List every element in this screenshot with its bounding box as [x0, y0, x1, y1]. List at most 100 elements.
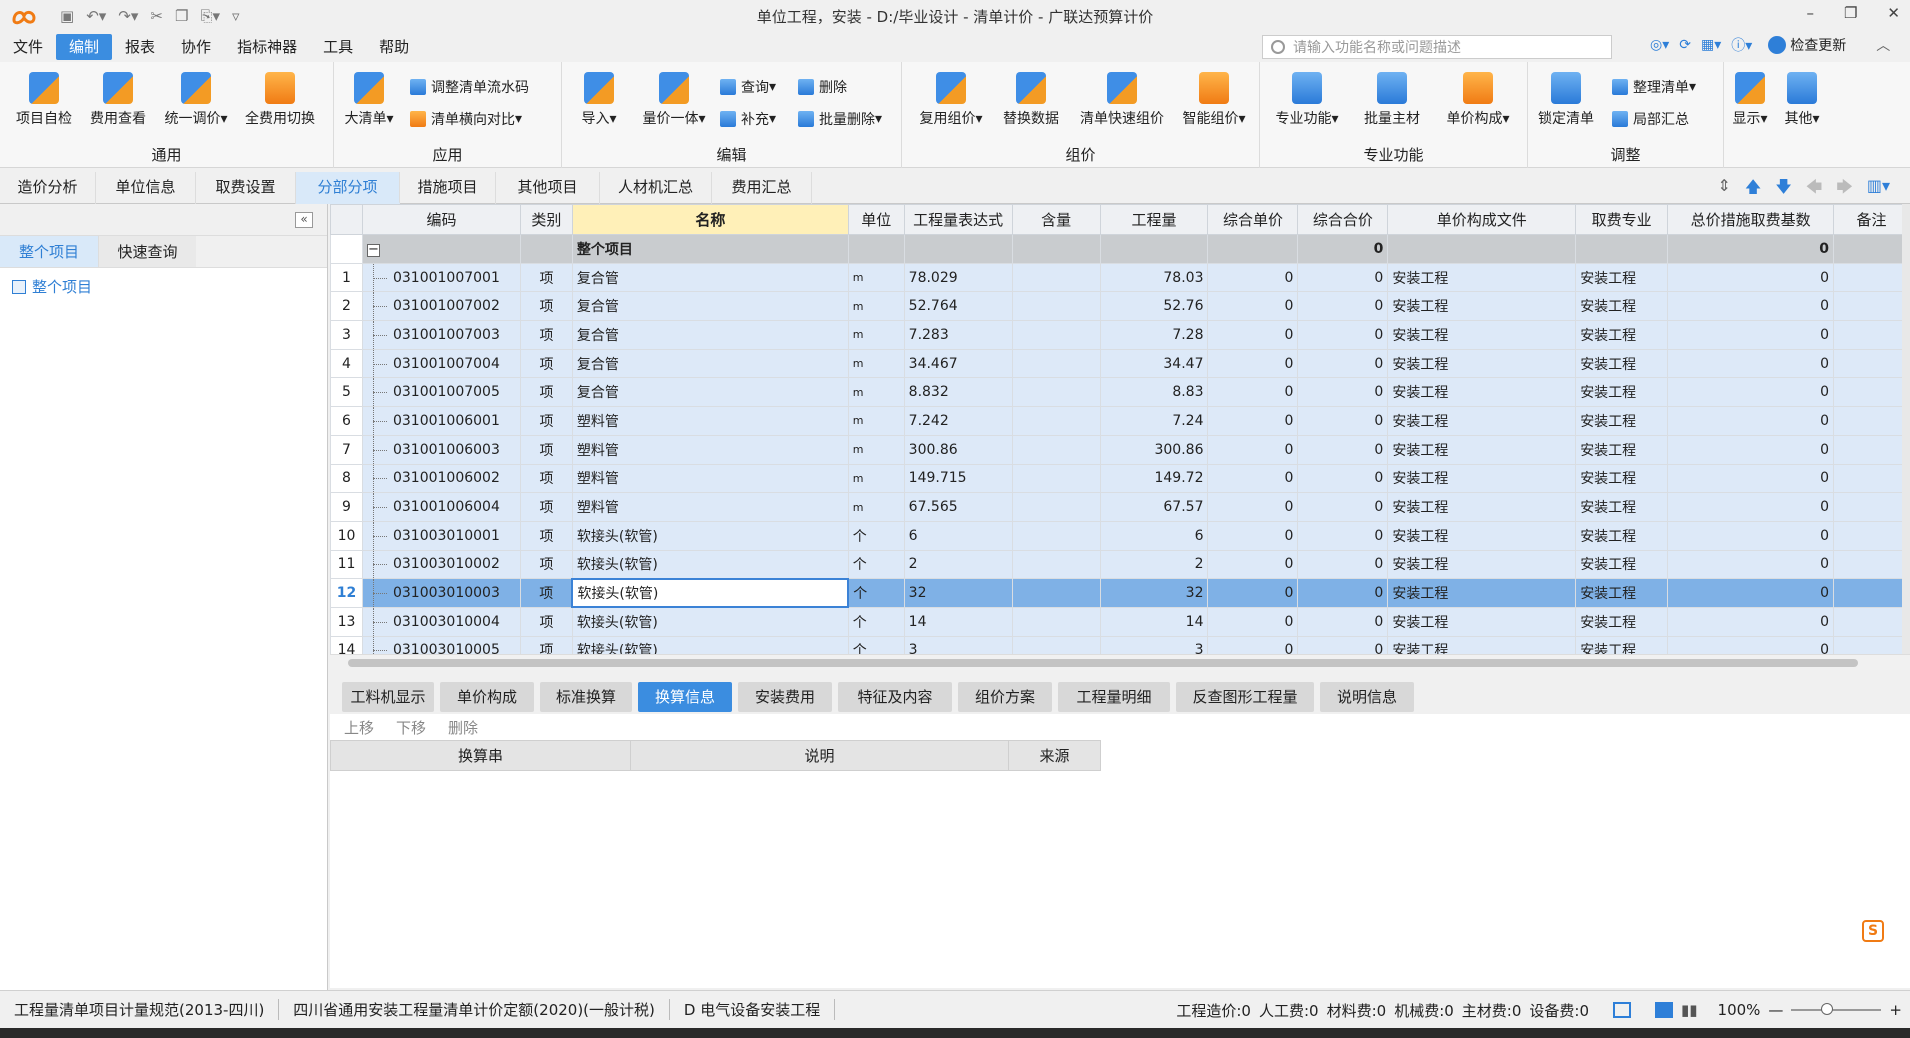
table-row[interactable]: 4 031001007004 项复合管 m 34.467 34.47 0 0 安装工程 安装工程 0	[330, 348, 1910, 379]
replace-data-button[interactable]: 替换数据	[994, 72, 1068, 128]
row-type[interactable]: 项	[519, 434, 573, 465]
row-unit-price[interactable]: 0	[1207, 262, 1299, 293]
row-fee-major[interactable]: 安装工程	[1575, 520, 1669, 551]
row-name[interactable]: 塑料管	[571, 434, 849, 465]
tab-items[interactable]: 分部分项	[296, 172, 400, 204]
reuse-price-button[interactable]: 复用组价▾	[910, 72, 992, 128]
row-price-file[interactable]: 安装工程	[1387, 635, 1577, 654]
row-content[interactable]	[1011, 492, 1101, 522]
row-measure-base[interactable]: 0	[1667, 635, 1834, 654]
col-convert-string[interactable]: 换算串	[330, 740, 631, 771]
row-total-price[interactable]: 0	[1297, 463, 1389, 494]
row-code[interactable]: 031003010005	[361, 635, 521, 654]
paste-icon[interactable]: ⎘▾	[200, 7, 220, 25]
row-unit[interactable]: m	[847, 492, 905, 522]
row-name[interactable]: 软接头(软管)	[571, 577, 850, 609]
row-remark[interactable]	[1832, 320, 1910, 350]
row-total-price[interactable]: 0	[1297, 578, 1389, 608]
fee-view-button[interactable]: 费用查看	[80, 72, 156, 128]
row-remark[interactable]	[1832, 520, 1910, 551]
row-code[interactable]: 031001007005	[361, 377, 521, 408]
delete-button[interactable]: 删除	[798, 76, 847, 98]
row-measure-base[interactable]: 0	[1667, 520, 1834, 551]
headset-icon[interactable]: ◎▾	[1650, 37, 1669, 53]
table-row[interactable]: 11 031003010002 项软接头(软管) 个 2 2 0 0 安装工程 安装工程 0	[330, 549, 1910, 580]
row-code[interactable]: 031003010003	[361, 578, 521, 608]
col-unit[interactable]: 单位	[847, 204, 905, 235]
row-remark[interactable]	[1832, 406, 1910, 436]
row-measure-base[interactable]: 0	[1667, 291, 1834, 322]
row-expr[interactable]: 8.832	[903, 377, 1013, 408]
row-fee-major[interactable]: 安装工程	[1575, 578, 1669, 608]
other-button[interactable]: 其他▾	[1776, 72, 1828, 128]
row-content[interactable]	[1011, 406, 1101, 436]
row-fee-major[interactable]: 安装工程	[1575, 320, 1669, 350]
row-qty[interactable]: 67.57	[1099, 492, 1209, 522]
row-price-file[interactable]: 安装工程	[1387, 492, 1577, 522]
row-name[interactable]: 软接头(软管)	[571, 635, 849, 654]
row-price-file[interactable]: 安装工程	[1387, 606, 1577, 637]
arrow-left-icon[interactable]: 🡄	[1806, 176, 1823, 203]
dtab-price-plan[interactable]: 组价方案	[958, 682, 1052, 712]
root-name[interactable]: 整个项目	[571, 234, 849, 264]
row-code[interactable]: 031001006002	[361, 463, 521, 494]
apps-icon[interactable]: ▦▾	[1701, 37, 1721, 53]
col-fee-major[interactable]: 取费专业	[1575, 204, 1669, 235]
move-up-button[interactable]: 上移	[344, 717, 374, 738]
table-row[interactable]: 3 031001007003 项复合管 m 7.283 7.28 0 0 安装工程 安装工程 0	[330, 320, 1910, 350]
row-measure-base[interactable]: 0	[1667, 549, 1834, 580]
row-unit-price[interactable]: 0	[1207, 291, 1299, 322]
row-content[interactable]	[1011, 377, 1101, 408]
zoom-slider[interactable]	[1791, 1003, 1882, 1015]
lp-tab-quick-query[interactable]: 快速查询	[98, 236, 196, 267]
big-list-button[interactable]: 大清单▾	[336, 72, 402, 128]
row-remark[interactable]	[1832, 492, 1910, 522]
row-qty[interactable]: 7.24	[1099, 406, 1209, 436]
lock-list-button[interactable]: 锁定清单	[1528, 72, 1604, 128]
col-measure-base[interactable]: 总价措施取费基数	[1667, 204, 1834, 235]
row-remark[interactable]	[1832, 635, 1910, 654]
table-row[interactable]: 10 031003010001 项软接头(软管) 个 6 6 0 0 安装工程 安装工程 0	[330, 520, 1910, 551]
row-measure-base[interactable]: 0	[1667, 606, 1834, 637]
restore-button[interactable]: ❐	[1844, 4, 1857, 22]
row-unit-price[interactable]: 0	[1207, 549, 1299, 580]
row-price-file[interactable]: 安装工程	[1387, 406, 1577, 436]
row-fee-major[interactable]: 安装工程	[1575, 635, 1669, 654]
row-name[interactable]: 软接头(软管)	[571, 520, 849, 551]
row-type[interactable]: 项	[519, 463, 573, 494]
collapse-toggle-icon[interactable]: −	[366, 243, 380, 257]
dtab-qty-detail[interactable]: 工程量明细	[1058, 682, 1170, 712]
split-view-icon[interactable]	[1655, 1002, 1674, 1018]
row-qty[interactable]: 149.72	[1099, 463, 1209, 494]
row-qty[interactable]: 7.28	[1099, 320, 1209, 350]
col-remark[interactable]: 备注	[1832, 204, 1910, 235]
row-name[interactable]: 复合管	[571, 262, 849, 293]
row-type[interactable]: 项	[519, 635, 573, 654]
move-down-icon[interactable]: 🡇	[1775, 176, 1791, 203]
tab-fee-summary[interactable]: 费用汇总	[712, 172, 812, 204]
row-total-price[interactable]: 0	[1297, 262, 1389, 293]
row-expr[interactable]: 3	[903, 635, 1013, 654]
dtab-std-convert[interactable]: 标准换算	[540, 682, 632, 712]
row-fee-major[interactable]: 安装工程	[1575, 348, 1669, 379]
row-content[interactable]	[1011, 262, 1101, 293]
row-qty[interactable]: 32	[1099, 578, 1209, 608]
info-icon[interactable]: ⓘ▾	[1731, 35, 1752, 55]
query-button[interactable]: 查询 ▾	[720, 76, 776, 98]
row-fee-major[interactable]: 安装工程	[1575, 434, 1669, 465]
row-total-price[interactable]: 0	[1297, 377, 1389, 408]
table-row[interactable]: 13 031003010004 项软接头(软管) 个 14 14 0 0 安装工程 安装工程 0	[330, 606, 1910, 637]
row-unit[interactable]: 个	[847, 549, 905, 580]
row-total-price[interactable]: 0	[1297, 434, 1389, 465]
move-up-icon[interactable]: 🡅	[1745, 176, 1761, 203]
row-unit-price[interactable]: 0	[1207, 492, 1299, 522]
row-content[interactable]	[1011, 606, 1101, 637]
menu-edit[interactable]: 编制	[56, 34, 113, 60]
row-remark[interactable]	[1832, 291, 1910, 322]
row-content[interactable]	[1011, 434, 1101, 465]
row-name[interactable]: 软接头(软管)	[571, 549, 849, 580]
col-qty[interactable]: 工程量	[1099, 204, 1209, 235]
menu-collab[interactable]: 协作	[168, 34, 224, 60]
dtab-graphic-qty[interactable]: 反查图形工程量	[1176, 682, 1314, 712]
row-expr[interactable]: 32	[903, 578, 1013, 608]
